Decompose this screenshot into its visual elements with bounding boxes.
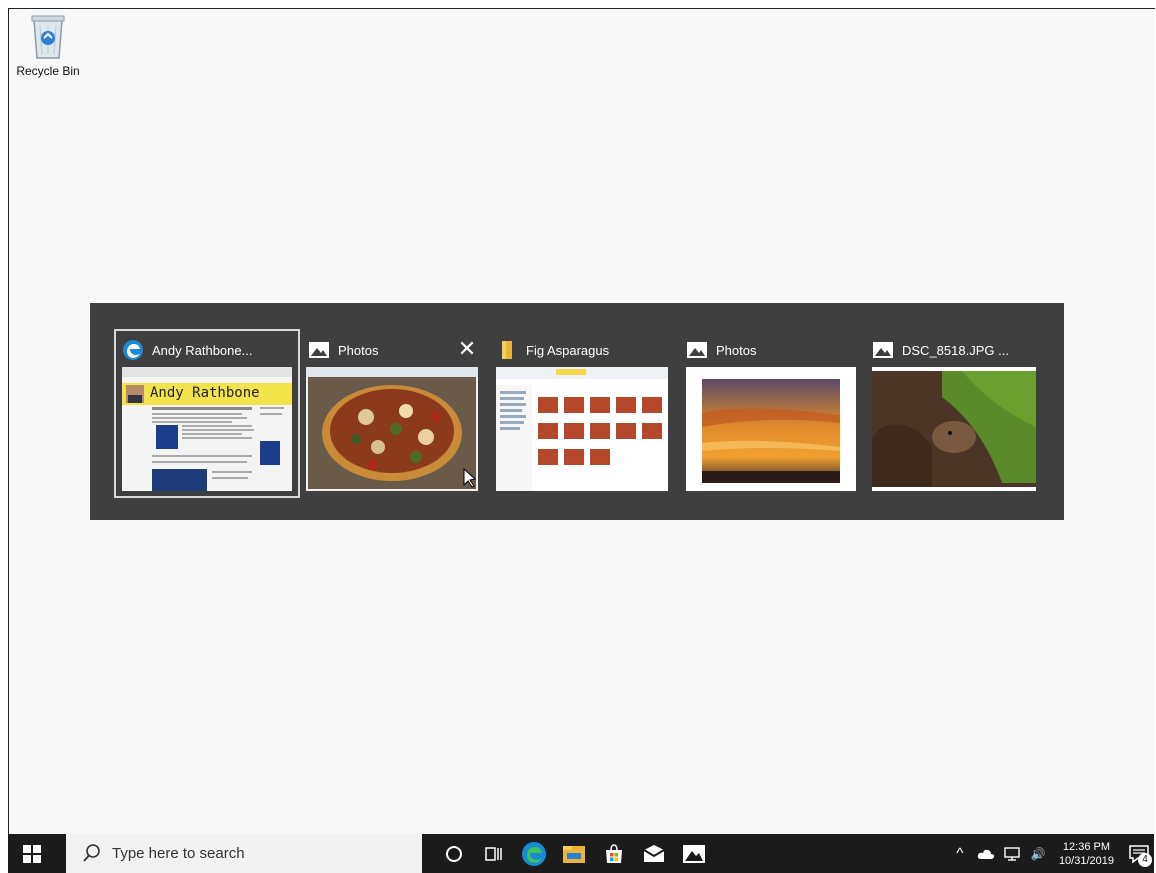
photos-icon [687,342,707,358]
volume-icon: 🔊 [1030,846,1046,861]
edge-icon [522,841,546,866]
photos-taskbar-button[interactable] [674,834,714,873]
clock-time: 12:36 PM [1062,840,1111,853]
window-preview [686,367,856,491]
file-explorer-taskbar-button[interactable] [554,834,594,873]
action-center-button[interactable]: 4 [1124,839,1154,869]
folder-icon [502,341,512,359]
window-title: Photos [338,342,379,358]
system-tray: ^ 🔊 12:36 PM 10/31/2019 4 [947,834,1154,873]
recycle-bin-icon [31,15,65,59]
clock-date: 10/31/2019 [1058,854,1114,867]
cortana-icon [446,845,462,862]
window-title-bar: Photos [686,339,856,361]
task-switcher: Andy Rathbone... Andy Rathbone Photos ✕ … [90,303,1064,520]
window-title-bar: Fig Asparagus [496,339,668,361]
window-title: Photos [716,342,757,358]
webpage-banner-text: Andy Rathbone [150,385,260,401]
close-window-button[interactable]: ✕ [456,338,478,360]
window-preview: Andy Rathbone [122,367,292,491]
window-thumbnail-dsc-8518[interactable]: DSC_8518.JPG ... [866,331,1042,496]
window-thumbnail-fig-asparagus[interactable]: Fig Asparagus [490,331,674,496]
photos-icon [683,844,705,863]
edge-icon [123,340,143,360]
window-thumbnail-photos-sunset[interactable]: Photos [680,331,862,496]
photos-icon [873,342,893,358]
gopher-photo-image [872,367,1036,491]
edge-taskbar-button[interactable] [514,834,554,873]
window-title: Andy Rathbone... [152,342,253,358]
search-box[interactable]: Type here to search [66,834,422,873]
network-icon[interactable] [1001,843,1023,865]
start-button[interactable] [8,834,56,873]
task-view-button[interactable] [474,834,514,873]
notification-count-badge: 4 [1138,852,1152,867]
sunset-photo-image [686,367,856,491]
file-explorer-preview-image [496,367,668,491]
window-preview [872,367,1036,491]
recycle-bin-shortcut[interactable]: Recycle Bin [8,12,88,78]
show-hidden-icons-button[interactable]: ^ [949,843,971,865]
window-title-bar: DSC_8518.JPG ... [872,339,1036,361]
mail-taskbar-button[interactable] [634,834,674,873]
taskbar: Type here to search ^ 🔊 12:36 PM 10/31/2… [8,834,1154,873]
photos-icon [309,342,329,358]
store-icon [606,843,622,863]
search-placeholder: Type here to search [112,845,245,862]
windows-logo-icon [23,844,41,863]
mail-icon [643,844,665,862]
onedrive-icon[interactable] [975,843,997,865]
window-title: Fig Asparagus [526,342,610,358]
clock[interactable]: 12:36 PM 10/31/2019 [1059,840,1114,868]
pizza-photo-image [306,367,478,491]
file-explorer-icon [563,845,585,863]
window-thumbnail-photos-pizza[interactable]: Photos ✕ [302,331,482,496]
window-title: DSC_8518.JPG ... [902,342,1009,358]
window-preview [306,367,478,491]
search-icon [83,843,100,862]
window-title-bar: Photos [308,339,476,361]
volume-button[interactable]: 🔊 [1027,843,1049,865]
chevron-up-icon: ^ [956,845,964,862]
task-view-icon [485,846,502,861]
cortana-button[interactable] [434,834,474,873]
window-preview [496,367,668,491]
store-taskbar-button[interactable] [594,834,634,873]
recycle-bin-label: Recycle Bin [16,64,80,78]
window-thumbnail-andy-rathbone[interactable]: Andy Rathbone... Andy Rathbone [114,329,300,498]
window-title-bar: Andy Rathbone... [122,339,292,361]
